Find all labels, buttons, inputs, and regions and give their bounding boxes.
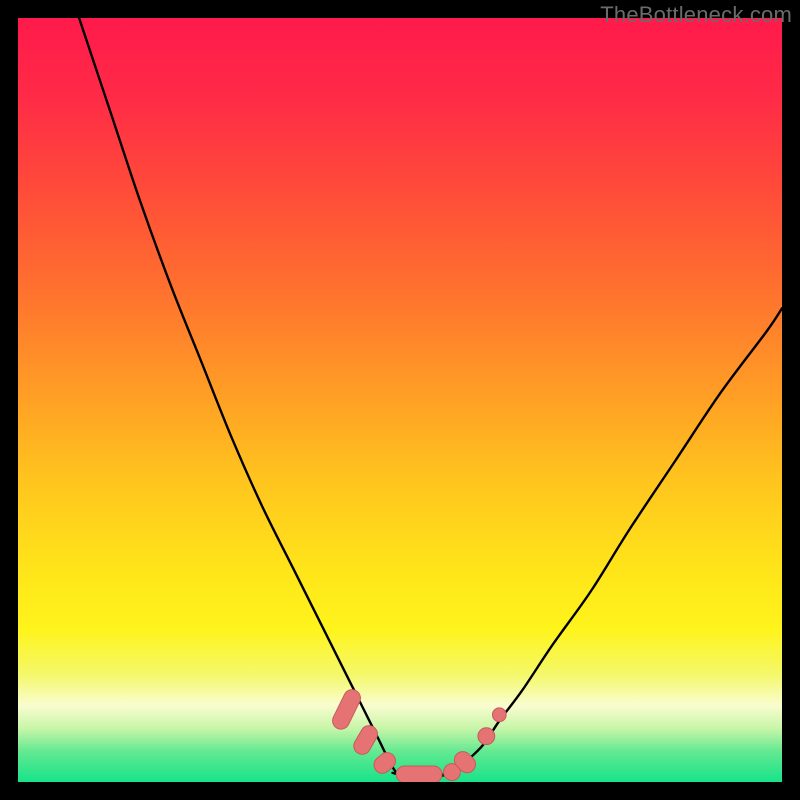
marker-dot [492, 708, 506, 722]
chart-background [18, 18, 782, 782]
marker-dot [478, 728, 495, 745]
marker-pill [396, 766, 442, 782]
watermark-text: TheBottleneck.com [600, 2, 792, 28]
bottleneck-chart [18, 18, 782, 782]
chart-frame [18, 18, 782, 782]
